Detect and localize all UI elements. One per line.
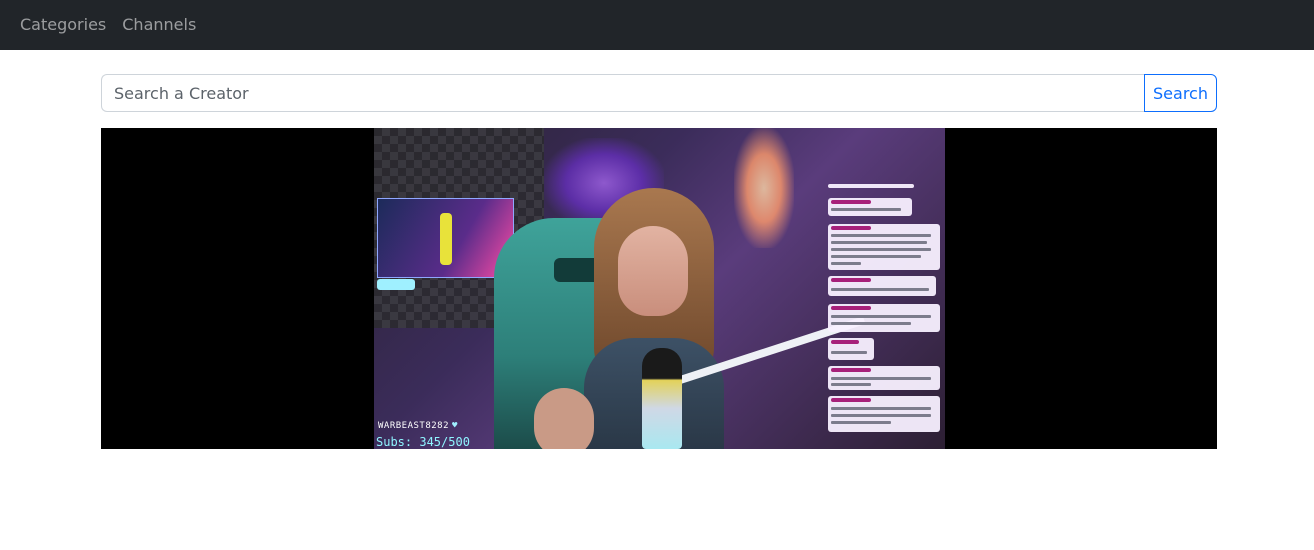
chat-message (828, 304, 940, 332)
search-bar: Search (101, 74, 1217, 112)
search-button[interactable]: Search (1144, 74, 1217, 112)
chat-message (828, 396, 940, 432)
chat-message (828, 276, 936, 296)
stream-overlay-username-text: WARBEAST8282 (378, 421, 450, 431)
streamer-face (618, 226, 688, 316)
top-navbar: Categories Channels (0, 0, 1314, 50)
chat-message (828, 366, 940, 390)
video-player[interactable]: WARBEAST8282 ♥ Subs: 345/500 (101, 128, 1217, 449)
nav-link-channels[interactable]: Channels (122, 13, 196, 37)
background-hex-lights (734, 128, 794, 248)
stream-overlay-subs: Subs: 345/500 (376, 435, 470, 449)
microphone (642, 348, 682, 449)
game-capture-inset (377, 198, 514, 278)
heart-icon: ♥ (452, 421, 458, 431)
overlay-badge-strip (377, 279, 415, 290)
streamer-arm (534, 388, 594, 449)
nav-link-categories[interactable]: Categories (20, 13, 106, 37)
chat-message (828, 338, 874, 360)
search-input[interactable] (101, 74, 1144, 112)
stream-video-frame[interactable]: WARBEAST8282 ♥ Subs: 345/500 (374, 128, 945, 449)
chat-message (828, 198, 912, 216)
game-character (440, 213, 452, 265)
stream-overlay-username: WARBEAST8282 ♥ (378, 421, 458, 431)
chat-overlay (828, 184, 942, 446)
chat-message (828, 224, 940, 270)
chat-message (828, 184, 914, 188)
